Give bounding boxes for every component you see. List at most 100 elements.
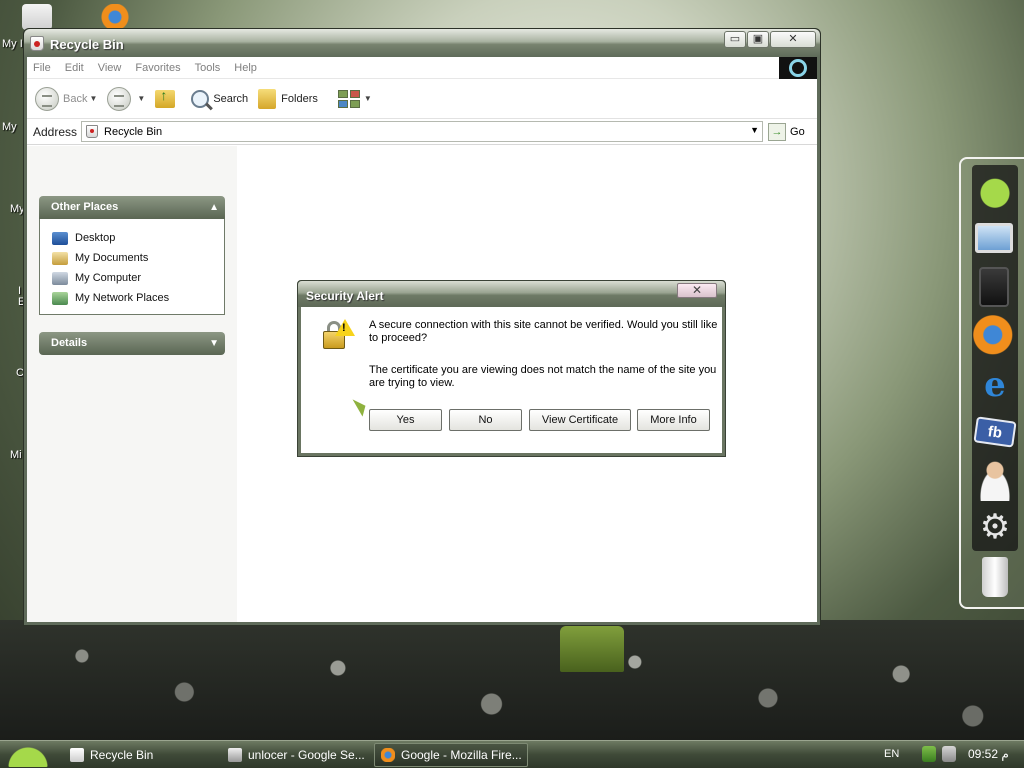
dialog-message: A secure connection with this site canno…	[369, 319, 718, 344]
place-my-computer[interactable]: My Computer	[52, 268, 214, 288]
menu-view[interactable]: View	[98, 62, 122, 74]
task-label: Google - Mozilla Fire...	[401, 747, 522, 762]
dialog-title: Security Alert	[306, 289, 384, 303]
chevron-down-icon[interactable]: ▼	[89, 94, 97, 103]
expand-icon[interactable]: ▼	[209, 332, 219, 355]
tablet-icon[interactable]	[979, 267, 1009, 307]
menu-file[interactable]: File	[33, 62, 51, 74]
task-google-search[interactable]: unlocer - Google Se...	[222, 743, 370, 767]
dialog-buttons: Yes No View Certificate More Info	[369, 409, 710, 431]
chevron-down-icon[interactable]: ▼	[750, 125, 759, 135]
document-icon	[228, 747, 242, 762]
menu-edit[interactable]: Edit	[65, 62, 84, 74]
my-computer-icon	[52, 271, 68, 285]
android-icon[interactable]	[973, 169, 1017, 213]
window-titlebar[interactable]: Recycle Bin ▭ ▣ ✕	[24, 29, 820, 57]
address-bar: Address Recycle Bin ▼ → Go	[27, 119, 817, 145]
go-arrow-icon: →	[768, 122, 787, 141]
trash-icon[interactable]	[982, 557, 1008, 597]
no-button[interactable]: No	[449, 409, 522, 431]
desktop-icon-label[interactable]: My	[2, 121, 17, 133]
up-folder-button[interactable]	[155, 87, 176, 108]
chevron-down-icon[interactable]: ▼	[137, 94, 145, 103]
computer-icon[interactable]	[975, 223, 1013, 253]
menu-favorites[interactable]: Favorites	[135, 62, 180, 74]
clock[interactable]: 09:52 م	[968, 747, 1009, 761]
address-input[interactable]: Recycle Bin ▼	[81, 121, 764, 142]
dialog-close-button[interactable]: ✕	[677, 283, 717, 298]
forward-button[interactable]: ▼	[107, 86, 145, 111]
details-title: Details	[51, 337, 88, 349]
desktop-icon	[52, 231, 68, 245]
firefox-icon	[381, 747, 395, 762]
security-alert-dialog: Security Alert ✕ ! A secure connection w…	[297, 280, 726, 457]
task-recycle-bin[interactable]: Recycle Bin	[64, 743, 222, 767]
more-info-button[interactable]: More Info	[637, 409, 710, 431]
menu-help[interactable]: Help	[234, 62, 257, 74]
yes-button[interactable]: Yes	[369, 409, 442, 431]
task-label: unlocer - Google Se...	[248, 747, 365, 762]
back-button[interactable]: Back ▼	[35, 86, 97, 111]
view-certificate-button[interactable]: View Certificate	[529, 409, 631, 431]
place-label: My Computer	[75, 272, 142, 284]
search-label: Search	[213, 92, 249, 105]
recycle-bin-icon	[70, 747, 84, 762]
other-places-header[interactable]: Other Places ▲	[39, 196, 225, 219]
desktop-firefox-icon[interactable]	[100, 4, 130, 30]
place-desktop[interactable]: Desktop	[52, 228, 214, 248]
other-places-panel: Other Places ▲ Desktop My Documents My C…	[39, 196, 225, 315]
desktop-icon-label[interactable]: My I	[2, 38, 23, 50]
recycle-bin-icon	[86, 125, 99, 138]
close-button[interactable]: ✕	[770, 31, 816, 48]
other-places-title: Other Places	[51, 201, 119, 213]
my-documents-icon	[52, 251, 68, 265]
internet-explorer-icon[interactable]: e	[973, 363, 1017, 407]
details-panel: Details ▼	[39, 332, 225, 355]
network-places-icon	[52, 291, 68, 305]
place-my-network[interactable]: My Network Places	[52, 288, 214, 308]
dialog-titlebar[interactable]: Security Alert ✕	[298, 281, 725, 307]
views-button[interactable]: ▼	[337, 89, 372, 108]
forward-arrow-icon	[107, 86, 132, 111]
back-label: Back	[63, 92, 88, 105]
firefox-icon[interactable]	[973, 315, 1017, 359]
folders-button[interactable]: Folders	[258, 88, 318, 109]
other-places-list: Desktop My Documents My Computer My Netw…	[39, 219, 225, 315]
desktop-recycle-icon[interactable]	[22, 4, 52, 30]
task-label: Recycle Bin	[90, 747, 154, 762]
task-firefox[interactable]: Google - Mozilla Fire...	[374, 742, 528, 767]
window-title: Recycle Bin	[50, 37, 124, 52]
start-button[interactable]	[0, 741, 56, 768]
network-tray-icon[interactable]	[922, 746, 936, 762]
taskbar: Recycle Bin unlocer - Google Se... Googl…	[0, 740, 1024, 768]
folder-up-icon	[155, 87, 176, 108]
address-label: Address	[33, 124, 78, 139]
settings-gear-icon[interactable]: ⚙	[973, 505, 1017, 549]
minimize-button[interactable]: ▭	[724, 31, 746, 48]
place-label: Desktop	[75, 232, 116, 244]
logo-ring-icon	[789, 59, 807, 77]
toolbar: Back ▼ ▼ Search Folders ▼	[27, 79, 817, 119]
language-indicator[interactable]: EN	[884, 748, 899, 760]
folders-label: Folders	[281, 92, 318, 105]
place-my-documents[interactable]: My Documents	[52, 248, 214, 268]
go-label: Go	[790, 125, 805, 138]
windows-logo	[779, 57, 817, 79]
folders-icon	[258, 88, 277, 109]
desktop-ground	[0, 620, 1024, 740]
back-arrow-icon	[35, 86, 59, 111]
facebook-icon[interactable]: fb	[973, 416, 1017, 448]
desktop-icon-label[interactable]: Mi	[10, 449, 22, 461]
search-button[interactable]: Search	[191, 89, 249, 108]
window-controls: ▭ ▣ ✕	[724, 31, 816, 48]
menu-tools[interactable]: Tools	[195, 62, 221, 74]
volume-tray-icon[interactable]	[942, 746, 956, 762]
details-header[interactable]: Details ▼	[39, 332, 225, 355]
place-label: My Network Places	[75, 292, 170, 304]
desktop-sprout	[560, 626, 624, 672]
address-value: Recycle Bin	[104, 125, 163, 138]
maximize-button[interactable]: ▣	[747, 31, 769, 48]
user-support-icon[interactable]	[973, 457, 1017, 501]
go-button[interactable]: → Go	[768, 122, 805, 141]
collapse-icon[interactable]: ▲	[209, 196, 219, 219]
